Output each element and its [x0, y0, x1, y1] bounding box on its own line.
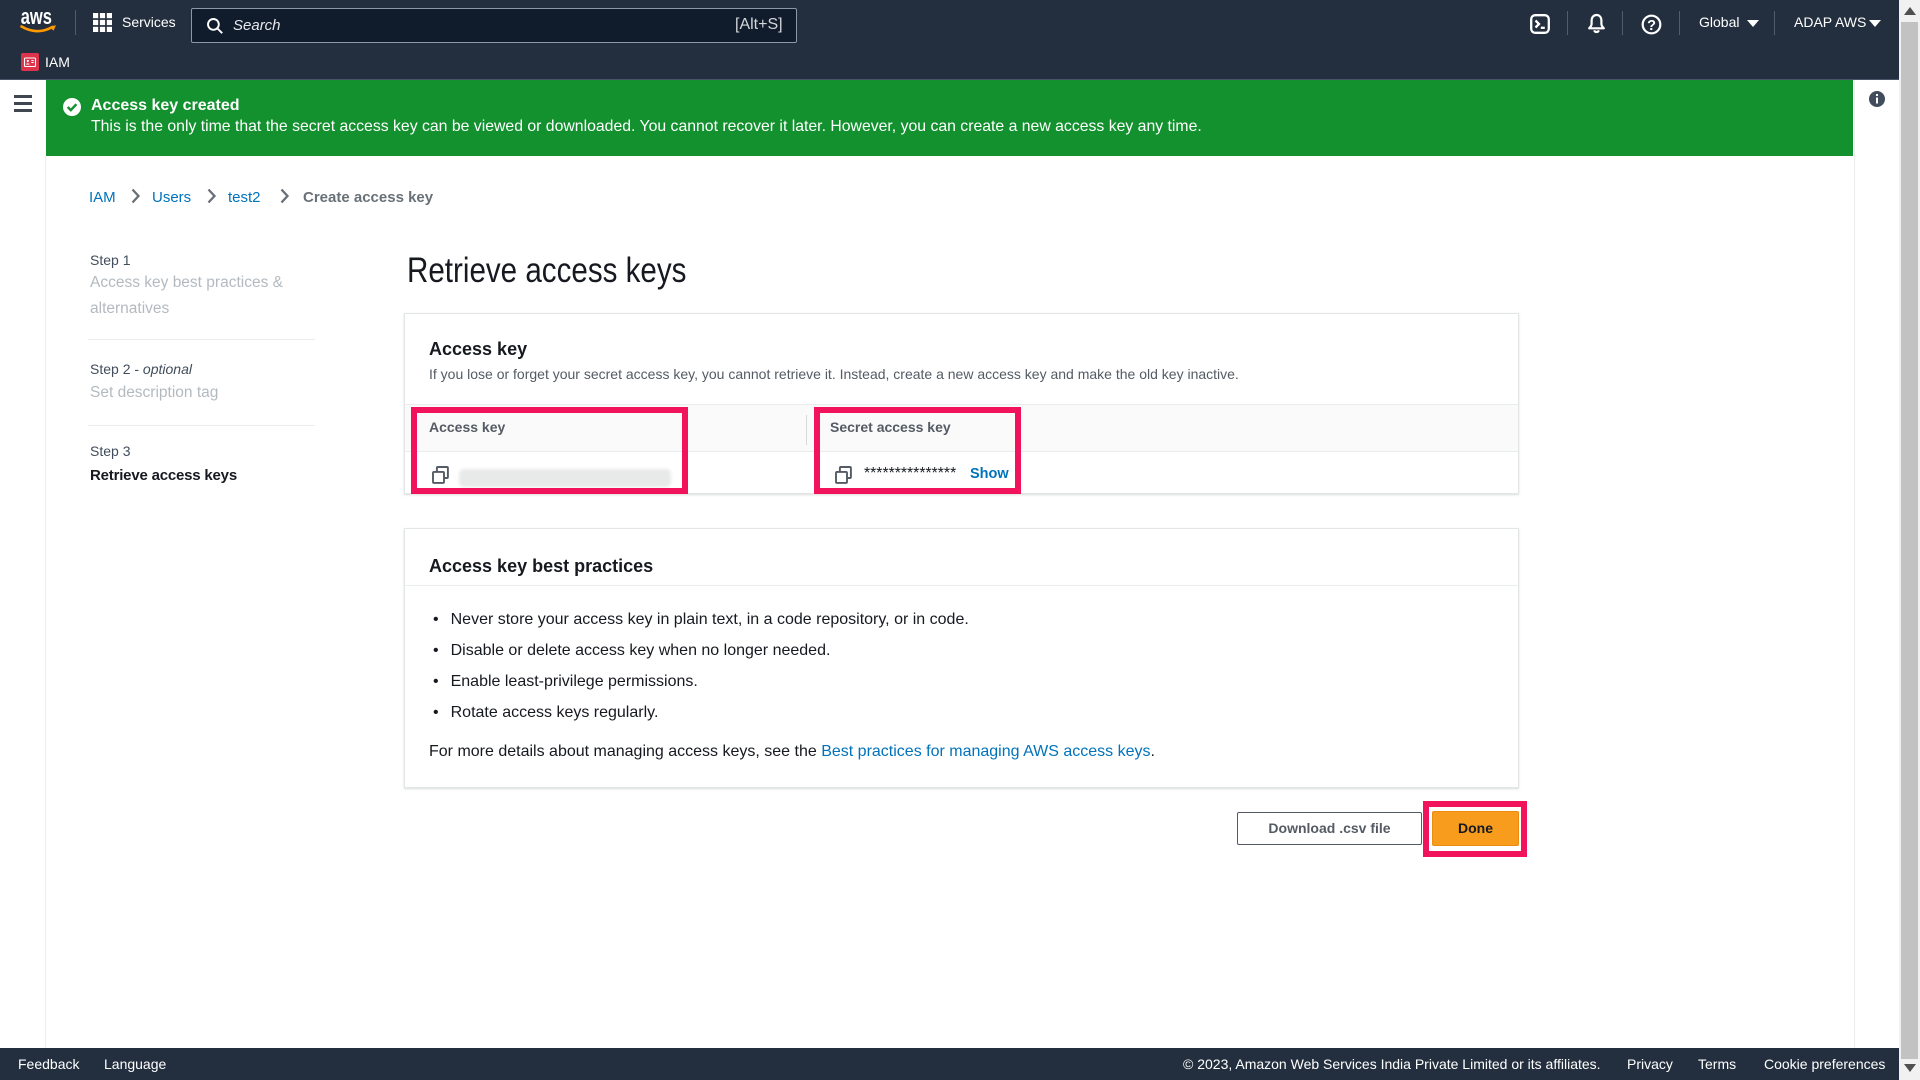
svg-text:aws: aws	[21, 8, 52, 30]
svg-text:?: ?	[1647, 18, 1656, 34]
